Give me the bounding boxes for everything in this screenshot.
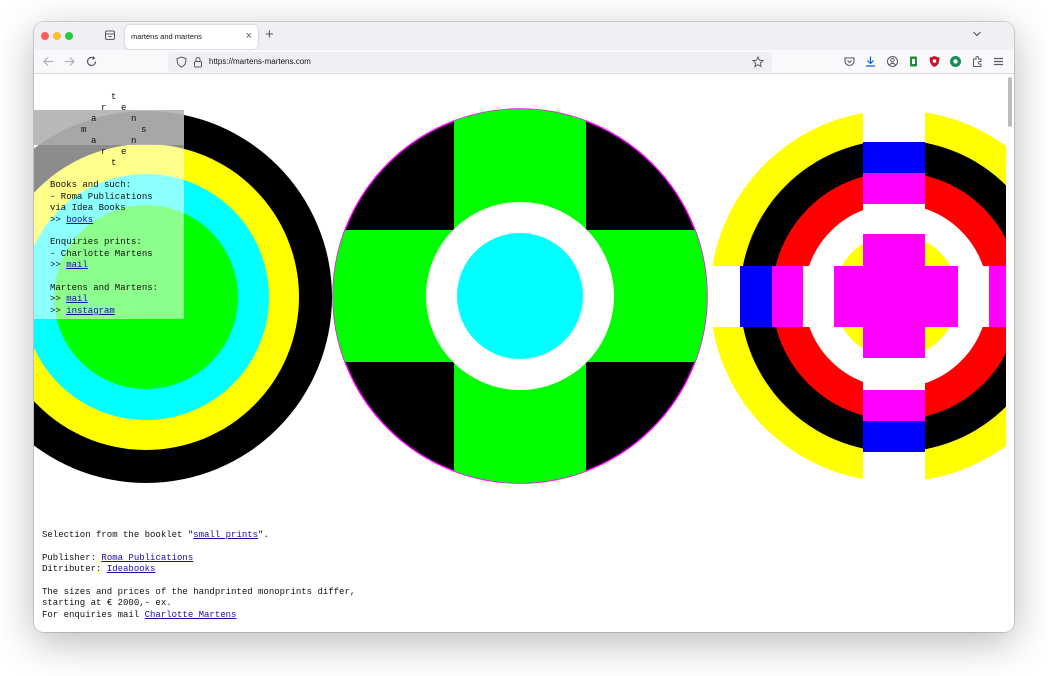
extension-icon[interactable] bbox=[928, 55, 941, 68]
books-heading: Books and such: bbox=[50, 180, 132, 190]
prints-heading: Enquiries prints: bbox=[50, 237, 142, 247]
link-prefix: >> bbox=[50, 214, 67, 225]
lock-icon[interactable] bbox=[193, 56, 203, 68]
link-prefix: >> bbox=[50, 305, 67, 316]
publisher-link[interactable]: Roma Publications bbox=[101, 553, 193, 563]
distributor-label: Ditributer: bbox=[42, 564, 107, 574]
reload-icon[interactable] bbox=[85, 55, 98, 68]
logo-letter: a bbox=[91, 114, 97, 124]
account-icon[interactable] bbox=[886, 55, 899, 68]
info-text: Selection from the booklet "small prints… bbox=[42, 530, 355, 632]
logo-letter: n bbox=[131, 114, 137, 124]
logo-letter: r bbox=[101, 147, 107, 157]
publisher-label: Publisher: bbox=[42, 552, 102, 563]
tab-active[interactable]: martens and martens × bbox=[125, 25, 258, 49]
prints-mail-link[interactable]: mail bbox=[66, 260, 88, 270]
shield-icon[interactable] bbox=[176, 56, 187, 68]
new-tab-button[interactable]: + bbox=[265, 27, 274, 43]
selection-text-end: ". bbox=[258, 530, 269, 540]
extension-icon[interactable] bbox=[907, 55, 920, 68]
logo-letter: r bbox=[101, 103, 107, 113]
tab-bar: martens and martens × + bbox=[34, 22, 1014, 50]
books-section: Books and such: - Roma Publications via … bbox=[50, 180, 158, 226]
link-prefix: >> bbox=[50, 294, 67, 304]
page-content: t r e a n m s a n r e t Books and such: … bbox=[34, 75, 1014, 632]
logo-letter: m bbox=[81, 125, 87, 135]
fullscreen-window-button[interactable] bbox=[65, 32, 73, 40]
sizes-text: The sizes and prices of the handprinted … bbox=[42, 586, 356, 597]
selection-text: Selection from the booklet " bbox=[42, 530, 194, 540]
menu-icon[interactable] bbox=[992, 55, 1005, 68]
small-prints-link[interactable]: small prints bbox=[193, 530, 258, 540]
logo-letter: e bbox=[121, 147, 127, 157]
tabs-icon[interactable] bbox=[104, 29, 116, 41]
logo-letter: t bbox=[111, 92, 117, 102]
print-circle-right[interactable] bbox=[710, 105, 1006, 492]
url-text[interactable]: https://martens-martens.com bbox=[209, 57, 311, 66]
close-window-button[interactable] bbox=[41, 32, 49, 40]
tab-title: martens and martens bbox=[131, 32, 202, 41]
logo-letter: t bbox=[111, 158, 117, 168]
logo-letter: s bbox=[141, 125, 147, 135]
download-icon[interactable] bbox=[864, 55, 877, 68]
logo-letter: e bbox=[121, 103, 127, 113]
scrollbar[interactable] bbox=[1006, 75, 1014, 632]
martens-heading: Martens and Martens: bbox=[50, 282, 159, 293]
distributor-link[interactable]: Ideabooks bbox=[107, 564, 156, 574]
artwork-circles bbox=[34, 105, 1006, 495]
browser-window: martens and martens × + https://martens-… bbox=[34, 22, 1014, 632]
instagram-link[interactable]: instagram bbox=[66, 306, 115, 316]
books-link[interactable]: books bbox=[66, 215, 93, 225]
chevron-down-icon[interactable] bbox=[972, 29, 982, 39]
enquiries-label: For enquiries mail bbox=[42, 609, 145, 620]
url-bar[interactable]: https://martens-martens.com bbox=[168, 52, 772, 72]
extension-icon[interactable] bbox=[949, 55, 962, 68]
extensions-puzzle-icon[interactable] bbox=[971, 55, 984, 68]
prints-section: Enquiries prints: - Charlotte Martens >>… bbox=[50, 237, 158, 272]
forward-arrow-icon[interactable] bbox=[63, 55, 76, 68]
books-line: - Roma Publications bbox=[50, 191, 153, 202]
logo-letter: a bbox=[91, 136, 97, 146]
books-line: via Idea Books bbox=[50, 203, 126, 213]
sizes-text: starting at € 2000,- ex. bbox=[42, 598, 172, 608]
martens-section: Martens and Martens: >> mail >> instagra… bbox=[50, 283, 158, 318]
back-arrow-icon[interactable] bbox=[42, 55, 55, 68]
tab-close-icon[interactable]: × bbox=[246, 29, 252, 43]
menu-text: Books and such: - Roma Publications via … bbox=[50, 180, 158, 328]
link-prefix: >> bbox=[50, 260, 67, 270]
prints-line: - Charlotte Martens bbox=[50, 248, 153, 259]
minimize-window-button[interactable] bbox=[53, 32, 61, 40]
logo-letter: n bbox=[131, 136, 137, 146]
star-icon[interactable] bbox=[752, 56, 764, 68]
print-circle-center[interactable] bbox=[324, 105, 716, 495]
martens-mail-link[interactable]: mail bbox=[66, 294, 88, 304]
enquiries-link[interactable]: Charlotte Martens bbox=[145, 610, 237, 620]
scrollbar-thumb[interactable] bbox=[1008, 77, 1012, 127]
navigation-bar: https://martens-martens.com bbox=[34, 50, 1014, 74]
pocket-icon[interactable] bbox=[843, 55, 856, 68]
